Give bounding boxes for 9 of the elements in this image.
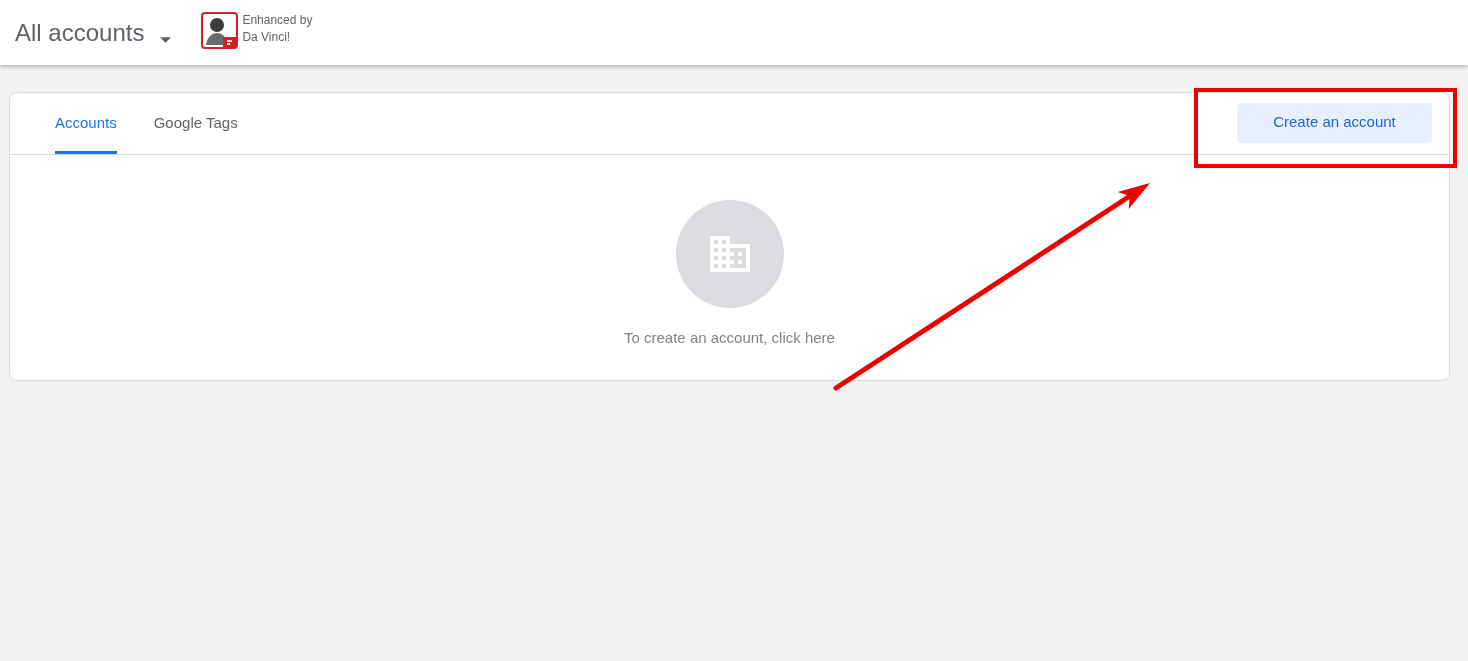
create-account-button[interactable]: Create an account [1237,102,1432,143]
logo-caption: Enhanced by [242,11,313,29]
tab[interactable]: Google Tags [153,93,238,154]
empty-state-message: To create an account, click here [624,328,835,348]
tab[interactable]: Accounts [55,93,117,154]
account-selector[interactable]: All accounts [15,20,172,45]
logo-caption: Da Vinci! [242,28,292,46]
caret-down-icon [160,36,172,43]
logo-icon [201,12,239,49]
